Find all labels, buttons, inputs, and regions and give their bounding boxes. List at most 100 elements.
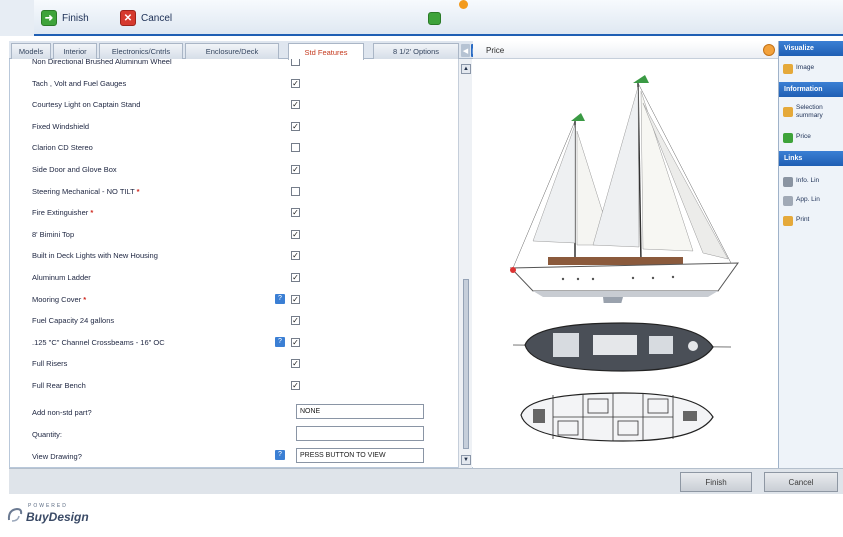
non-std-part-label: Add non-std part? [32, 408, 92, 417]
feature-row: Aluminum Ladder ✓ [9, 269, 458, 291]
feature-label: Side Door and Glove Box [32, 165, 117, 174]
feature-checkbox[interactable]: ✓ [291, 359, 300, 369]
yacht-side-view-image [509, 75, 739, 303]
feature-checkbox[interactable]: ✓ [291, 78, 300, 88]
summary-icon [783, 107, 793, 117]
required-marker: * [136, 186, 140, 196]
feature-row: Courtesy Light on Captain Stand ✓ [9, 96, 458, 118]
sidebar-item-info-link-label: Info. Lin [796, 177, 820, 184]
view-drawing-input[interactable] [296, 448, 424, 463]
sidebar-item-print[interactable]: Print [783, 216, 843, 230]
required-marker: * [83, 294, 87, 304]
boat-image-panel: Price [473, 41, 778, 468]
feature-label: Fixed Windshield [32, 122, 89, 131]
feature-label: 8' Bimini Top [32, 230, 74, 239]
cancel-button[interactable]: Cancel [764, 472, 838, 492]
print-icon [783, 216, 793, 226]
feature-checkbox[interactable]: ✓ [291, 165, 300, 174]
feature-checkbox[interactable]: ✓ [291, 208, 300, 218]
feature-label: Full Risers [32, 359, 67, 368]
non-std-part-input[interactable] [296, 404, 424, 419]
app-link-icon [783, 196, 793, 206]
feature-checkbox[interactable]: ✓ [291, 100, 300, 110]
scroll-thumb[interactable] [463, 279, 469, 449]
feature-label: Steering Mechanical - NO TILT * [32, 187, 140, 196]
tab-std-features[interactable]: Std Features [288, 43, 364, 60]
price-header: Price [473, 41, 778, 59]
sidebar-item-selection-summary[interactable]: Selection summary [783, 104, 843, 130]
quantity-input[interactable] [296, 426, 424, 441]
sidebar-item-image[interactable]: Image [783, 64, 843, 78]
feature-label-text: Side Door and Glove Box [32, 165, 117, 174]
yacht-interior-plan-image [520, 392, 714, 442]
feature-checkbox[interactable] [291, 59, 300, 66]
feature-label: Aluminum Ladder [32, 273, 91, 282]
sidebar-item-price[interactable]: Price [783, 133, 843, 147]
feature-row: Full Risers ✓ [9, 355, 458, 377]
price-tag-icon[interactable] [763, 44, 775, 56]
view-drawing-label: View Drawing? [32, 452, 82, 461]
view-drawing-info-icon[interactable]: ? [275, 450, 285, 460]
feature-checkbox[interactable] [291, 186, 300, 196]
feature-label: Tach , Volt and Fuel Gauges [32, 79, 126, 88]
feature-row: Clarion CD Stereo [9, 139, 458, 161]
feature-checkbox[interactable]: ✓ [291, 273, 300, 282]
tab-electronics[interactable]: Electronics/Cntrls [99, 43, 183, 59]
buydesign-logo: POWERED BuyDesign [6, 500, 116, 530]
finish-arrow-icon: ➜ [41, 10, 57, 26]
scroll-up-icon[interactable]: ▲ [461, 64, 471, 74]
finish-button[interactable]: Finish [680, 472, 752, 492]
features-list: Non Directional Brushed Aluminum Wheel Ta… [9, 59, 458, 468]
feature-row: .125 "C" Channel Crossbeams - 16" OC? ✓ [9, 334, 458, 356]
feature-checkbox[interactable]: ✓ [291, 294, 300, 304]
features-scrollbar[interactable]: ▲ ▼ [458, 59, 472, 468]
feature-label-text: Non Directional Brushed Aluminum Wheel [32, 59, 172, 66]
tab-scroll-left-icon[interactable]: ◀ [461, 44, 470, 57]
feature-checkbox[interactable]: ✓ [291, 381, 300, 390]
view-drawing-row: View Drawing? ? [9, 448, 458, 468]
feature-label: Non Directional Brushed Aluminum Wheel [32, 59, 172, 66]
feature-row: Fuel Capacity 24 gallons ✓ [9, 312, 458, 334]
status-icon [428, 12, 441, 25]
feature-label-text: Built in Deck Lights with New Housing [32, 251, 158, 261]
feature-checkbox[interactable]: ✓ [291, 251, 300, 261]
required-marker: * [90, 208, 94, 218]
sidebar-item-app-link-label: App. Lin [796, 196, 820, 203]
sidebar-item-app-link[interactable]: App. Lin [783, 196, 843, 210]
feature-row: Built in Deck Lights with New Housing ✓ [9, 247, 458, 269]
feature-row: Side Door and Glove Box ✓ [9, 161, 458, 183]
feature-info-icon[interactable]: ? [275, 336, 285, 347]
sidebar-item-price-label: Price [796, 133, 811, 140]
feature-row: Non Directional Brushed Aluminum Wheel [9, 59, 458, 75]
feature-label: .125 "C" Channel Crossbeams - 16" OC [32, 338, 165, 347]
sidebar-information-header: Information [779, 82, 843, 97]
tab-options[interactable]: 8 1/2' Options [373, 43, 459, 59]
tab-enclosure-deck[interactable]: Enclosure/Deck [185, 43, 279, 59]
feature-label-text: .125 "C" Channel Crossbeams - 16" OC [32, 337, 165, 347]
logo-powered-text: POWERED [28, 503, 68, 509]
tab-models[interactable]: Models [11, 43, 51, 59]
feature-checkbox[interactable]: ✓ [291, 121, 300, 131]
feature-row: Fixed Windshield ✓ [9, 118, 458, 140]
scroll-down-icon[interactable]: ▼ [461, 455, 471, 465]
feature-checkbox[interactable]: ✓ [291, 229, 300, 239]
feature-checkbox[interactable] [291, 143, 300, 153]
logo-brand-text: BuyDesign [26, 510, 89, 524]
tab-bar: Models Interior Electronics/Cntrls Enclo… [9, 41, 480, 60]
toolbar-cancel-button[interactable]: ✕ Cancel [120, 9, 172, 27]
feature-checkbox[interactable]: ✓ [291, 316, 300, 326]
toolbar-finish-label: Finish [62, 12, 89, 24]
feature-checkbox[interactable]: ✓ [291, 337, 300, 347]
feature-label-text: 8' Bimini Top [32, 229, 75, 239]
feature-label-text: Full Rear Bench [32, 381, 86, 390]
feature-label: Mooring Cover * [32, 295, 86, 304]
feature-label-text: Mooring Cover [32, 294, 82, 304]
sidebar-item-info-link[interactable]: Info. Lin [783, 177, 843, 191]
quantity-label: Quantity: [32, 430, 63, 439]
right-sidebar: Visualize Image Information Selection su… [778, 41, 843, 468]
toolbar-finish-button[interactable]: ➜ Finish [41, 9, 89, 27]
feature-label-text: Full Risers [32, 359, 68, 369]
feature-info-icon[interactable]: ? [275, 293, 285, 304]
sidebar-item-summary-label: Selection summary [796, 104, 823, 119]
tab-interior[interactable]: Interior [53, 43, 97, 59]
